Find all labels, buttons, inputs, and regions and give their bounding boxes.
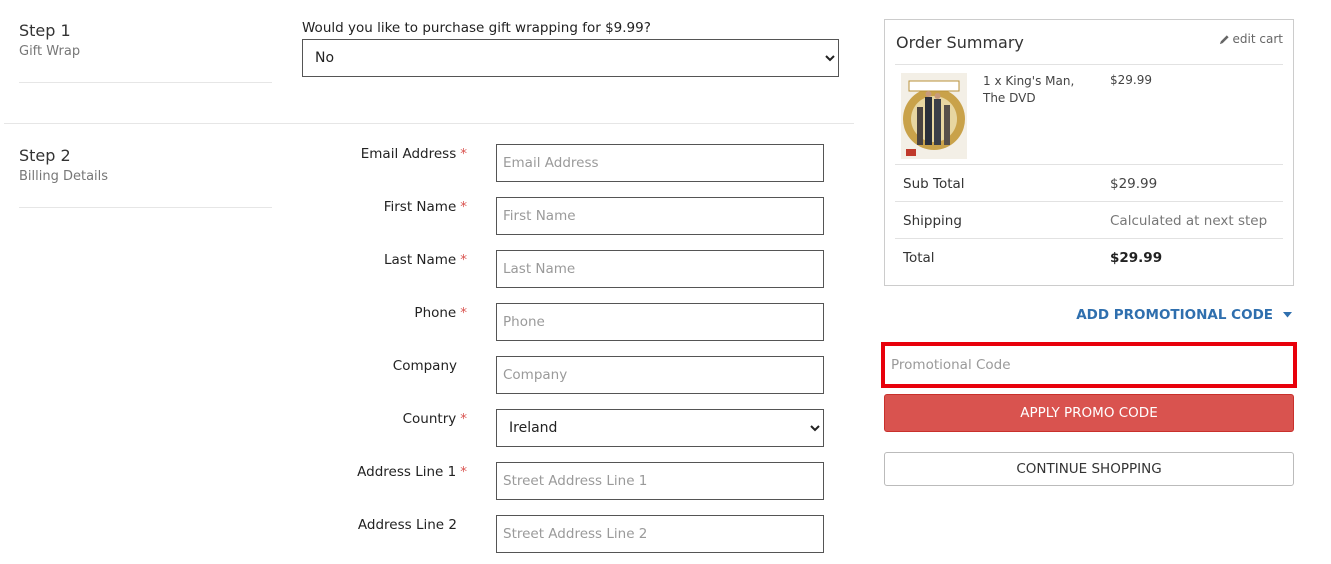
first-name-field[interactable] [496, 197, 824, 235]
edit-cart-link[interactable]: edit cart [1219, 32, 1283, 46]
company-label: Company [393, 358, 467, 374]
shipping-label: Shipping [903, 213, 962, 229]
order-summary: Order Summary edit cart 1 x King's Man, … [884, 19, 1294, 286]
country-label-text: Country [402, 411, 457, 427]
promo-code-input[interactable] [885, 346, 1293, 384]
address-line-1-field[interactable] [496, 462, 824, 500]
first-name-label-text: First Name [383, 199, 457, 215]
company-label-text: Company [392, 358, 457, 374]
dvd-cover-thumbnail [901, 73, 967, 159]
phone-label: Phone * [414, 305, 467, 321]
last-name-label-text: Last Name [384, 252, 457, 268]
promo-code-highlight [881, 342, 1297, 388]
first-name-label: First Name * [384, 199, 467, 215]
gift-wrap-select[interactable]: No [302, 39, 839, 77]
step1-subtitle: Gift Wrap [19, 44, 81, 59]
email-label-text: Email Address [360, 146, 457, 162]
pencil-icon [1219, 34, 1229, 44]
last-name-label: Last Name * [384, 252, 467, 268]
company-field[interactable] [496, 356, 824, 394]
last-name-field[interactable] [496, 250, 824, 288]
phone-label-text: Phone [414, 305, 457, 321]
summary-divider [895, 64, 1283, 65]
address-line-2-label-text: Address Line 2 [357, 517, 457, 533]
subtotal-label: Sub Total [903, 176, 965, 192]
total-label: Total [903, 250, 935, 266]
required-marker: * [460, 411, 467, 427]
edit-cart-label: edit cart [1232, 32, 1283, 46]
email-field[interactable] [496, 144, 824, 182]
address-line-1-label: Address Line 1 * [357, 464, 467, 480]
gift-wrap-question: Would you like to purchase gift wrapping… [302, 20, 651, 36]
cart-item-price: $29.99 [1110, 73, 1152, 87]
summary-divider [895, 164, 1283, 165]
required-marker: * [460, 305, 467, 321]
add-promo-code-label: ADD PROMOTIONAL CODE [1076, 307, 1273, 323]
phone-field[interactable] [496, 303, 824, 341]
country-select[interactable]: Ireland [496, 409, 824, 447]
step1-divider [19, 82, 272, 83]
total-value: $29.99 [1110, 250, 1163, 266]
step2-title: Step 2 [19, 146, 71, 165]
add-promo-code-toggle[interactable]: ADD PROMOTIONAL CODE [1076, 307, 1292, 323]
caret-down-icon [1283, 312, 1292, 318]
required-marker: * [460, 464, 467, 480]
shipping-value: Calculated at next step [1110, 213, 1268, 229]
address-line-2-label: Address Line 2 [358, 517, 467, 533]
step1-title: Step 1 [19, 21, 71, 40]
required-marker: * [460, 199, 467, 215]
step2-divider [19, 207, 272, 208]
address-line-2-field[interactable] [496, 515, 824, 553]
section-divider [4, 123, 854, 124]
continue-shopping-button[interactable]: CONTINUE SHOPPING [884, 452, 1294, 486]
email-label: Email Address * [361, 146, 467, 162]
summary-divider [895, 201, 1283, 202]
country-label: Country * [403, 411, 467, 427]
step2-subtitle: Billing Details [19, 169, 109, 184]
apply-promo-code-button[interactable]: APPLY PROMO CODE [884, 394, 1294, 432]
required-marker: * [460, 252, 467, 268]
required-marker: * [460, 146, 467, 162]
subtotal-value: $29.99 [1110, 176, 1158, 192]
cart-item-name: 1 x King's Man, The DVD [983, 74, 1075, 105]
summary-divider [895, 238, 1283, 239]
order-summary-title: Order Summary [896, 33, 1024, 52]
address-line-1-label-text: Address Line 1 [357, 464, 457, 480]
